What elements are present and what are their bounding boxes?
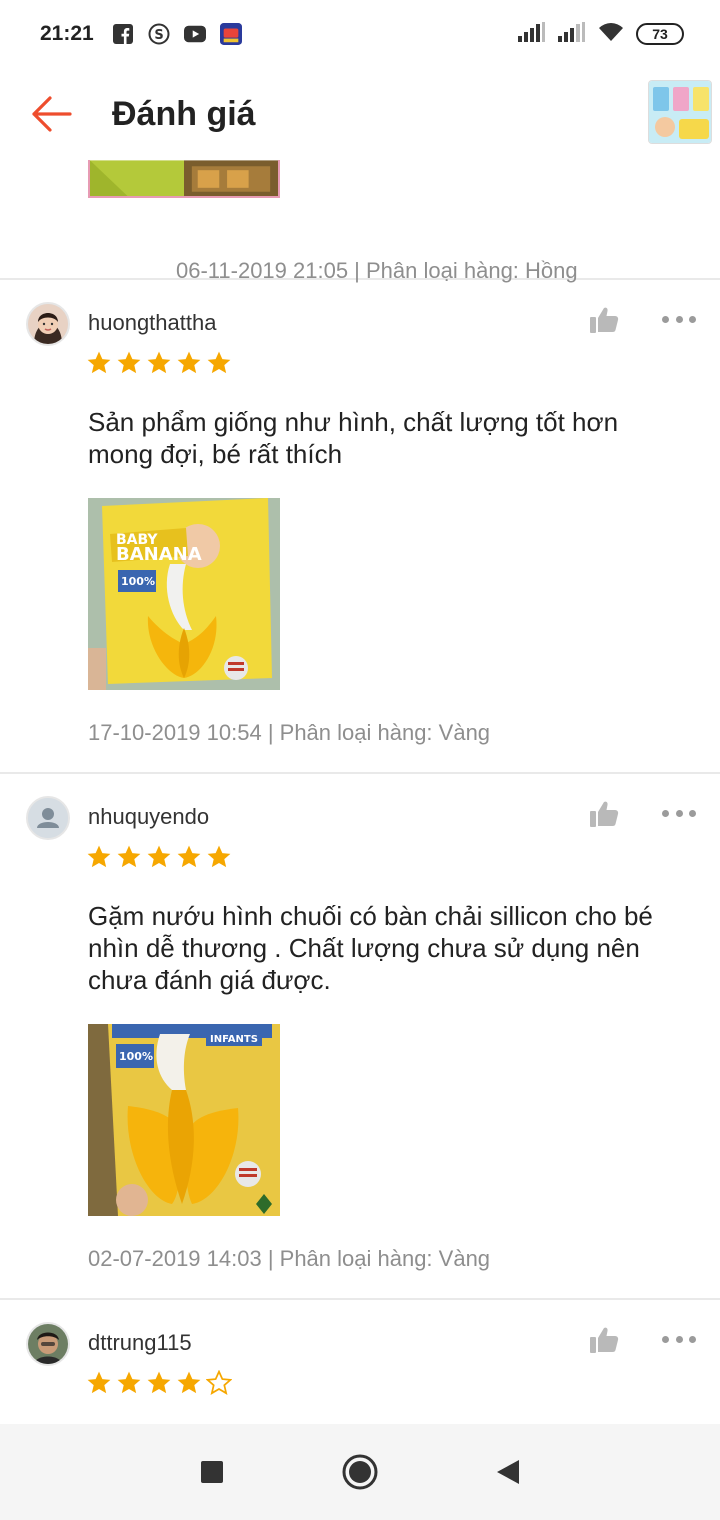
like-button[interactable] [588, 798, 620, 830]
avatar[interactable] [26, 1322, 70, 1366]
star-rating [86, 1370, 720, 1404]
signal-icon [558, 21, 586, 47]
review-header: dttrung115 [0, 1300, 720, 1366]
star-filled-icon [117, 351, 141, 374]
circle-icon [342, 1454, 378, 1490]
review-meta: 02-07-2019 14:03 | Phân loại hàng: Vàng [88, 1246, 491, 1271]
system-nav-bar [0, 1424, 720, 1520]
star-filled-icon [87, 351, 111, 374]
review-photo[interactable]: BABY BANANA 100% [88, 498, 280, 690]
product-thumbnail[interactable] [648, 80, 712, 144]
dot [675, 315, 683, 323]
review-photo[interactable]: 100% INFANTS [88, 1024, 280, 1216]
review-meta: 17-10-2019 10:54 | Phân loại hàng: Vàng [88, 720, 491, 745]
status-bar: 21:21 S 73 [0, 0, 720, 68]
star-filled-icon [147, 351, 171, 374]
avatar[interactable] [26, 302, 70, 346]
sticker-icon: S [148, 23, 170, 45]
page-title: Đánh giá [112, 94, 256, 133]
star-filled-icon [177, 1371, 201, 1394]
dot [689, 809, 696, 817]
wifi-icon [598, 22, 624, 47]
triangle-back-icon [497, 1460, 519, 1484]
back-button[interactable] [20, 84, 80, 144]
dot [675, 1335, 683, 1343]
reviewer-username[interactable]: huongthattha [88, 310, 216, 336]
review-header: nhuquyendo [0, 774, 720, 840]
review-header: huongthattha [0, 280, 720, 346]
default-user-icon [28, 798, 68, 838]
product-badge-text: 100% [119, 1050, 153, 1063]
review-item: nhuquyendo Gặm nướu hình chuối có bàn ch… [0, 774, 720, 1300]
more-options-button[interactable] [662, 304, 696, 334]
star-filled-icon [207, 351, 231, 374]
status-time: 21:21 [40, 22, 94, 45]
svg-text:S: S [154, 28, 163, 43]
dot [662, 1335, 669, 1343]
product-badge-text: 100% [121, 575, 155, 588]
star-filled-icon [87, 845, 111, 868]
previous-review-tail: 06-11-2019 21:05 | Phân loại hàng: Hồng [0, 160, 720, 283]
signal-icon [518, 21, 546, 47]
review-text: Sản phẩm giống như hình, chất lượng tốt … [88, 407, 619, 469]
star-filled-icon [87, 1371, 111, 1394]
star-filled-icon [177, 845, 201, 868]
thumbs-up-icon [590, 801, 619, 827]
battery-icon: 73 [636, 23, 684, 45]
product-brand-text: BANANA [116, 544, 202, 565]
star-filled-icon [177, 351, 201, 374]
home-button[interactable] [338, 1450, 382, 1494]
star-rating [86, 844, 720, 878]
star-filled-icon [147, 845, 171, 868]
facebook-icon [112, 23, 134, 45]
more-options-button[interactable] [662, 1324, 696, 1354]
star-filled-icon [147, 1371, 171, 1394]
dot [662, 315, 669, 323]
back-nav-button[interactable] [486, 1450, 530, 1494]
arrow-left-icon [32, 96, 72, 132]
system-icons: 73 [518, 21, 684, 47]
app-header: Đánh giá [0, 68, 720, 160]
review-feed[interactable]: 06-11-2019 21:05 | Phân loại hàng: Hồng … [0, 160, 720, 1424]
star-filled-icon [117, 1371, 141, 1394]
more-options-button[interactable] [662, 798, 696, 828]
star-filled-icon [117, 845, 141, 868]
product-tag-text: INFANTS [210, 1034, 258, 1045]
square-icon [201, 1461, 223, 1483]
reviewer-username[interactable]: nhuquyendo [88, 804, 209, 830]
dot [675, 809, 683, 817]
star-filled-icon [207, 845, 231, 868]
like-button[interactable] [588, 304, 620, 336]
notification-icons: S [112, 23, 242, 45]
youtube-icon [183, 23, 206, 45]
app-icon [219, 23, 242, 45]
dot [689, 315, 696, 323]
review-image-strip[interactable] [88, 160, 280, 198]
thumbs-up-icon [590, 1327, 619, 1353]
avatar[interactable] [26, 796, 70, 840]
review-text: Gặm nướu hình chuối có bàn chải sillicon… [88, 901, 653, 995]
dot [662, 809, 669, 817]
star-rating [86, 350, 720, 384]
like-button[interactable] [588, 1324, 620, 1356]
reviewer-username[interactable]: dttrung115 [88, 1330, 192, 1356]
thumbs-up-icon [590, 307, 619, 333]
dot [689, 1335, 696, 1343]
star-empty-icon [206, 1370, 232, 1395]
review-item: dttrung115 [0, 1300, 720, 1404]
review-item: huongthattha Sản phẩm giống như hình, ch… [0, 280, 720, 774]
recent-apps-button[interactable] [190, 1450, 234, 1494]
